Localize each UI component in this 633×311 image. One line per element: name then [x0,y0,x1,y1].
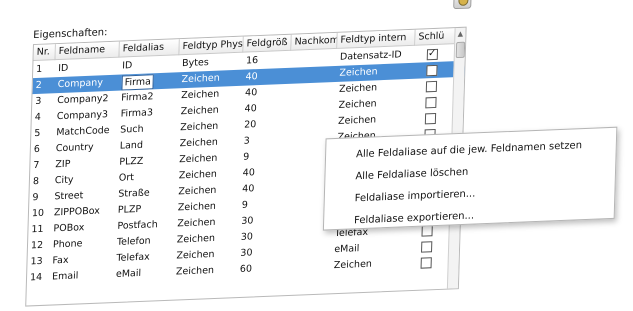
panel-title: Eigenschaften: [33,27,108,42]
properties-scene: Eigenschaften: Nr. Feldname Feldalias Fe… [25,0,633,311]
col-header-feldname[interactable]: Feldname [55,41,120,61]
cell-nr: 10 [31,207,45,220]
cell-nachkomma [285,258,331,276]
cell-feldgroesse: 3 [243,135,250,147]
col-header-feldtyp-phys[interactable]: Feldtyp Phys. [179,36,244,56]
cell-feldgroesse: 40 [242,183,255,195]
cell-feldgroesse: 9 [243,151,250,163]
scroll-up-arrow-icon[interactable]: ▲ [455,28,465,40]
properties-panel: Eigenschaften: Nr. Feldname Feldalias Fe… [25,0,633,311]
cell-schluessel [415,45,455,63]
cell-feldgroesse: 9 [241,199,248,211]
cell-schluessel [414,77,454,95]
cell-feldgroesse: 20 [243,119,257,131]
cell-nachkomma [285,242,331,260]
cell-feldgroesse: 30 [241,215,254,227]
cell-nr: 4 [34,111,42,124]
cell-schluessel [413,109,453,127]
cell-nr: 7 [33,159,40,172]
key-checkbox[interactable] [425,80,438,93]
cell-schluessel [408,254,448,272]
cell-feldgroesse: 16 [245,55,259,67]
cell-nr: 5 [34,127,41,140]
alias-edit-field[interactable]: Firma [121,74,155,91]
cell-nr: 14 [29,271,43,284]
cell-feldgroesse: 40 [245,71,258,83]
cell-feldgroesse: 30 [240,231,254,243]
cell-schluessel [413,93,453,111]
cell-feldalias[interactable]: eMail [113,265,173,283]
cell-nr: 6 [33,143,41,156]
col-header-schluessel[interactable]: Schlü [415,28,456,46]
cell-nr: 3 [35,95,42,108]
col-header-feldgroesse[interactable]: Feldgröß [243,34,292,53]
scrollbar-thumb[interactable] [455,41,466,59]
cell-nachkomma [291,50,337,68]
cell-feldgroesse: 40 [244,87,258,99]
cell-feldgroesse: 30 [240,247,253,259]
cell-feldgroesse: 60 [239,263,253,275]
key-checkbox[interactable] [426,64,438,77]
key-checkbox[interactable] [420,257,432,269]
cell-schluessel [414,61,454,79]
cell-schluessel [409,238,449,256]
col-header-feldtyp-intern[interactable]: Feldtyp intern [337,29,416,49]
col-header-nr[interactable]: Nr. [33,44,56,62]
cell-feldname: Email [51,270,79,283]
key-checkbox[interactable] [425,96,437,109]
key-checkbox[interactable] [426,48,439,61]
cell-nr: 9 [32,191,39,204]
cell-nr: 13 [30,255,43,268]
col-header-feldalias[interactable]: Feldalias [119,39,180,58]
cell-nr: 11 [31,223,44,236]
cell-nr: 1 [36,63,43,75]
key-checkbox[interactable] [421,241,433,253]
cell-feldgroesse: 40 [244,103,257,115]
cell-nachkomma [290,66,336,84]
context-menu: Alle Feldaliase auf die jew. Feldnamen s… [322,126,618,231]
cell-nachkomma [289,98,335,116]
key-checkbox[interactable] [424,112,437,125]
cell-nr: 8 [32,175,40,188]
properties-icon[interactable] [453,0,472,10]
col-header-nachkomma[interactable]: Nachkom [291,32,338,51]
cell-feldgroesse: 40 [242,167,255,179]
cell-feldtyp-intern: Zeichen [333,258,373,272]
cell-nachkomma [289,114,335,132]
cell-feldtyp-phys: Zeichen [175,264,215,278]
cell-nachkomma [290,82,336,100]
cell-nr: 2 [35,79,42,92]
cell-nr: 12 [30,239,44,252]
